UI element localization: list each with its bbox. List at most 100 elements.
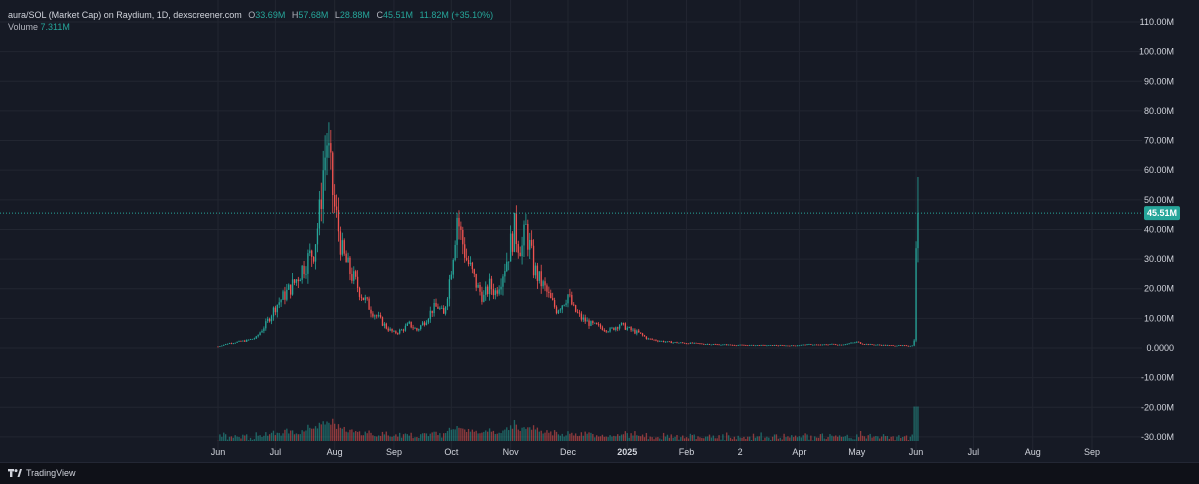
candle-body <box>902 345 903 346</box>
volume-bar <box>627 433 628 441</box>
footer-bar: TradingView <box>0 462 1199 484</box>
volume-bar <box>904 436 905 441</box>
volume-bar <box>502 431 503 441</box>
candle-body <box>254 338 255 339</box>
candle-body <box>684 343 685 344</box>
symbol-title[interactable]: aura/SOL (Market Cap) on Raydium, 1D, de… <box>8 10 242 20</box>
candle-body <box>827 345 828 346</box>
candle-body <box>313 257 314 262</box>
volume-bar <box>449 428 450 441</box>
volume-bar <box>397 437 398 441</box>
candle-body <box>378 315 379 316</box>
candle-body <box>502 276 503 286</box>
candle-body <box>586 320 587 321</box>
candle-body <box>824 344 825 345</box>
volume-bar <box>529 427 530 441</box>
volume-bar <box>357 432 358 441</box>
price-chart[interactable]: 110.00M100.00M90.00M80.00M70.00M60.00M50… <box>0 0 1199 462</box>
candle-body <box>562 306 563 310</box>
volume-bar <box>636 435 637 441</box>
tradingview-brand[interactable]: TradingView <box>8 468 76 478</box>
candle-body <box>676 342 677 343</box>
candle-body <box>487 287 488 295</box>
candle-body <box>269 319 270 321</box>
volume-bar <box>604 437 605 441</box>
candle-body <box>680 342 681 343</box>
volume-bar <box>797 437 798 441</box>
candle-body <box>489 279 490 294</box>
candle-body <box>672 342 673 343</box>
candle-body <box>688 343 689 344</box>
candle-body <box>630 327 631 330</box>
candle-body <box>825 344 826 345</box>
candle-body <box>646 337 647 339</box>
candle-body <box>512 234 513 252</box>
volume-bar <box>424 433 425 441</box>
volume-bar <box>563 437 564 441</box>
volume-bar <box>514 420 515 441</box>
volume-bar <box>694 434 695 441</box>
price-axis[interactable]: 110.00M100.00M90.00M80.00M70.00M60.00M50… <box>1139 17 1174 442</box>
x-tick-label: Jun <box>211 447 226 457</box>
volume-bar <box>910 437 911 441</box>
candle-body <box>852 343 853 344</box>
candle-body <box>527 224 528 250</box>
candle-body <box>789 346 790 347</box>
candle-body <box>659 341 660 342</box>
time-axis[interactable]: JunJulAugSepOctNovDec2025Feb2AprMayJunJu… <box>211 447 1100 457</box>
volume-bar <box>705 437 706 441</box>
volume-bar <box>843 437 844 441</box>
close-value: 45.51M <box>383 10 413 20</box>
candle-body <box>298 279 299 281</box>
candle-body <box>694 343 695 344</box>
volume-bar <box>273 431 274 441</box>
volume-bar <box>493 431 494 441</box>
volume-bar <box>340 428 341 441</box>
candle-body <box>456 218 457 245</box>
candle-body <box>508 262 509 263</box>
volume-bar <box>678 440 679 441</box>
volume-bar <box>653 439 654 441</box>
candle-body <box>847 344 848 345</box>
volume-bar <box>353 432 354 441</box>
volume-bar <box>762 440 763 441</box>
candle-body <box>326 145 327 157</box>
volume-bar <box>355 431 356 441</box>
candle-body <box>856 342 857 343</box>
volume-bar <box>847 435 848 441</box>
volume-bar <box>873 437 874 441</box>
candle-body <box>837 345 838 346</box>
volume-bar <box>252 440 253 441</box>
candle-body <box>892 345 893 346</box>
volume-bar <box>801 438 802 441</box>
candle-body <box>288 285 289 290</box>
volume-bar <box>345 432 346 441</box>
candle-body <box>280 300 281 303</box>
y-tick-label: 110.00M <box>1140 17 1174 27</box>
volume-bar <box>412 438 413 441</box>
volume-bar <box>875 436 876 441</box>
candle-body <box>642 333 643 335</box>
candle-body <box>374 315 375 316</box>
volume-bar <box>585 432 586 441</box>
volume-bar <box>759 436 760 441</box>
candle-body <box>565 303 566 305</box>
candle-body <box>581 314 582 320</box>
volume-bar <box>808 440 809 441</box>
candle-body <box>780 345 781 346</box>
candle-body <box>908 346 909 347</box>
candle-body <box>774 345 775 346</box>
candle-body <box>279 302 280 305</box>
volume-bar <box>820 434 821 441</box>
volume-bar <box>414 437 415 441</box>
volume-bar <box>686 437 687 441</box>
volume-bar <box>659 438 660 441</box>
legend-row-volume: Volume 7.311M <box>8 22 493 33</box>
candle-body <box>571 295 572 305</box>
volume-bar <box>862 436 863 441</box>
candle-body <box>791 345 792 346</box>
x-tick-label: Feb <box>679 447 695 457</box>
x-tick-label: Apr <box>792 447 806 457</box>
candle-body <box>309 251 310 254</box>
volume-bar <box>365 432 366 441</box>
